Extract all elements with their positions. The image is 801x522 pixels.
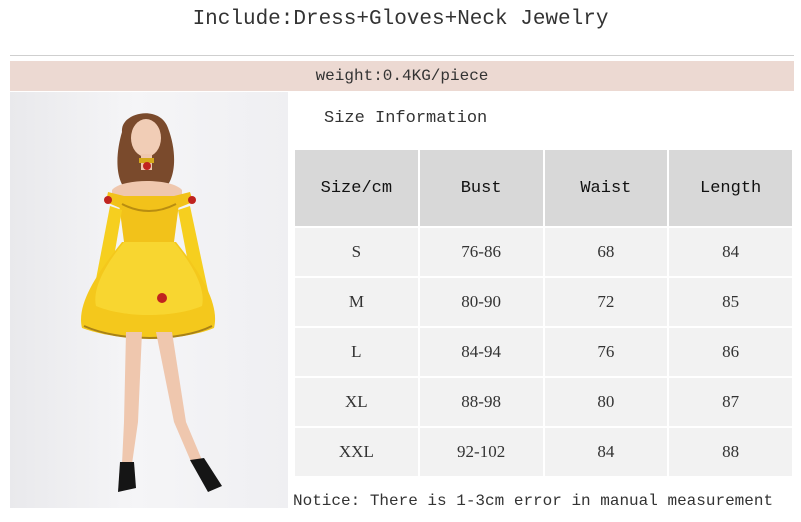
bodice-shape (118, 196, 180, 242)
cell-length: 86 (667, 326, 794, 378)
cell-size: L (293, 326, 420, 378)
cell-size: XXL (293, 426, 420, 478)
cell-bust: 88-98 (417, 376, 545, 428)
choker-rose-icon (143, 162, 151, 170)
cell-waist: 84 (542, 426, 670, 478)
cell-size: XL (293, 376, 420, 428)
leg-left (122, 332, 142, 464)
table-header-row: Size/cm Bust Waist Length (293, 148, 794, 228)
shoe-right (190, 458, 222, 492)
table-row: XXL 92-102 84 88 (293, 426, 794, 478)
header-waist: Waist (542, 148, 670, 228)
cell-bust: 84-94 (417, 326, 545, 378)
header-length: Length (667, 148, 794, 228)
measurement-notice: Notice: There is 1-3cm error in manual m… (293, 492, 774, 510)
size-information-label: Size Information (324, 109, 488, 128)
product-photo (10, 92, 288, 508)
cell-length: 85 (667, 276, 794, 328)
size-chart-table: Size/cm Bust Waist Length S 76-86 68 84 … (293, 148, 794, 478)
leg-right (156, 332, 202, 464)
skirt-rose-icon (157, 293, 167, 303)
sleeve-rose-right-icon (188, 196, 196, 204)
cell-bust: 80-90 (417, 276, 545, 328)
cell-waist: 80 (542, 376, 670, 428)
header-bust: Bust (417, 148, 545, 228)
weight-text: weight:0.4KG/piece (315, 67, 489, 85)
weight-banner: weight:0.4KG/piece (10, 61, 794, 91)
cell-waist: 68 (542, 226, 670, 278)
cell-length: 87 (667, 376, 794, 428)
sleeve-rose-left-icon (104, 196, 112, 204)
table-row: XL 88-98 80 87 (293, 376, 794, 428)
cell-length: 88 (667, 426, 794, 478)
cell-waist: 76 (542, 326, 670, 378)
model-illustration (81, 113, 222, 492)
cell-size: S (293, 226, 420, 278)
cell-size: M (293, 276, 420, 328)
shoe-left (118, 462, 136, 492)
divider-line (10, 55, 794, 56)
page-title: Include:Dress+Gloves+Neck Jewelry (192, 8, 609, 31)
cell-bust: 92-102 (417, 426, 545, 478)
table-row: S 76-86 68 84 (293, 226, 794, 278)
cell-bust: 76-86 (417, 226, 545, 278)
face-shape (131, 119, 161, 157)
table-row: L 84-94 76 86 (293, 326, 794, 378)
cell-waist: 72 (542, 276, 670, 328)
cell-length: 84 (667, 226, 794, 278)
header-size: Size/cm (293, 148, 420, 228)
table-row: M 80-90 72 85 (293, 276, 794, 328)
